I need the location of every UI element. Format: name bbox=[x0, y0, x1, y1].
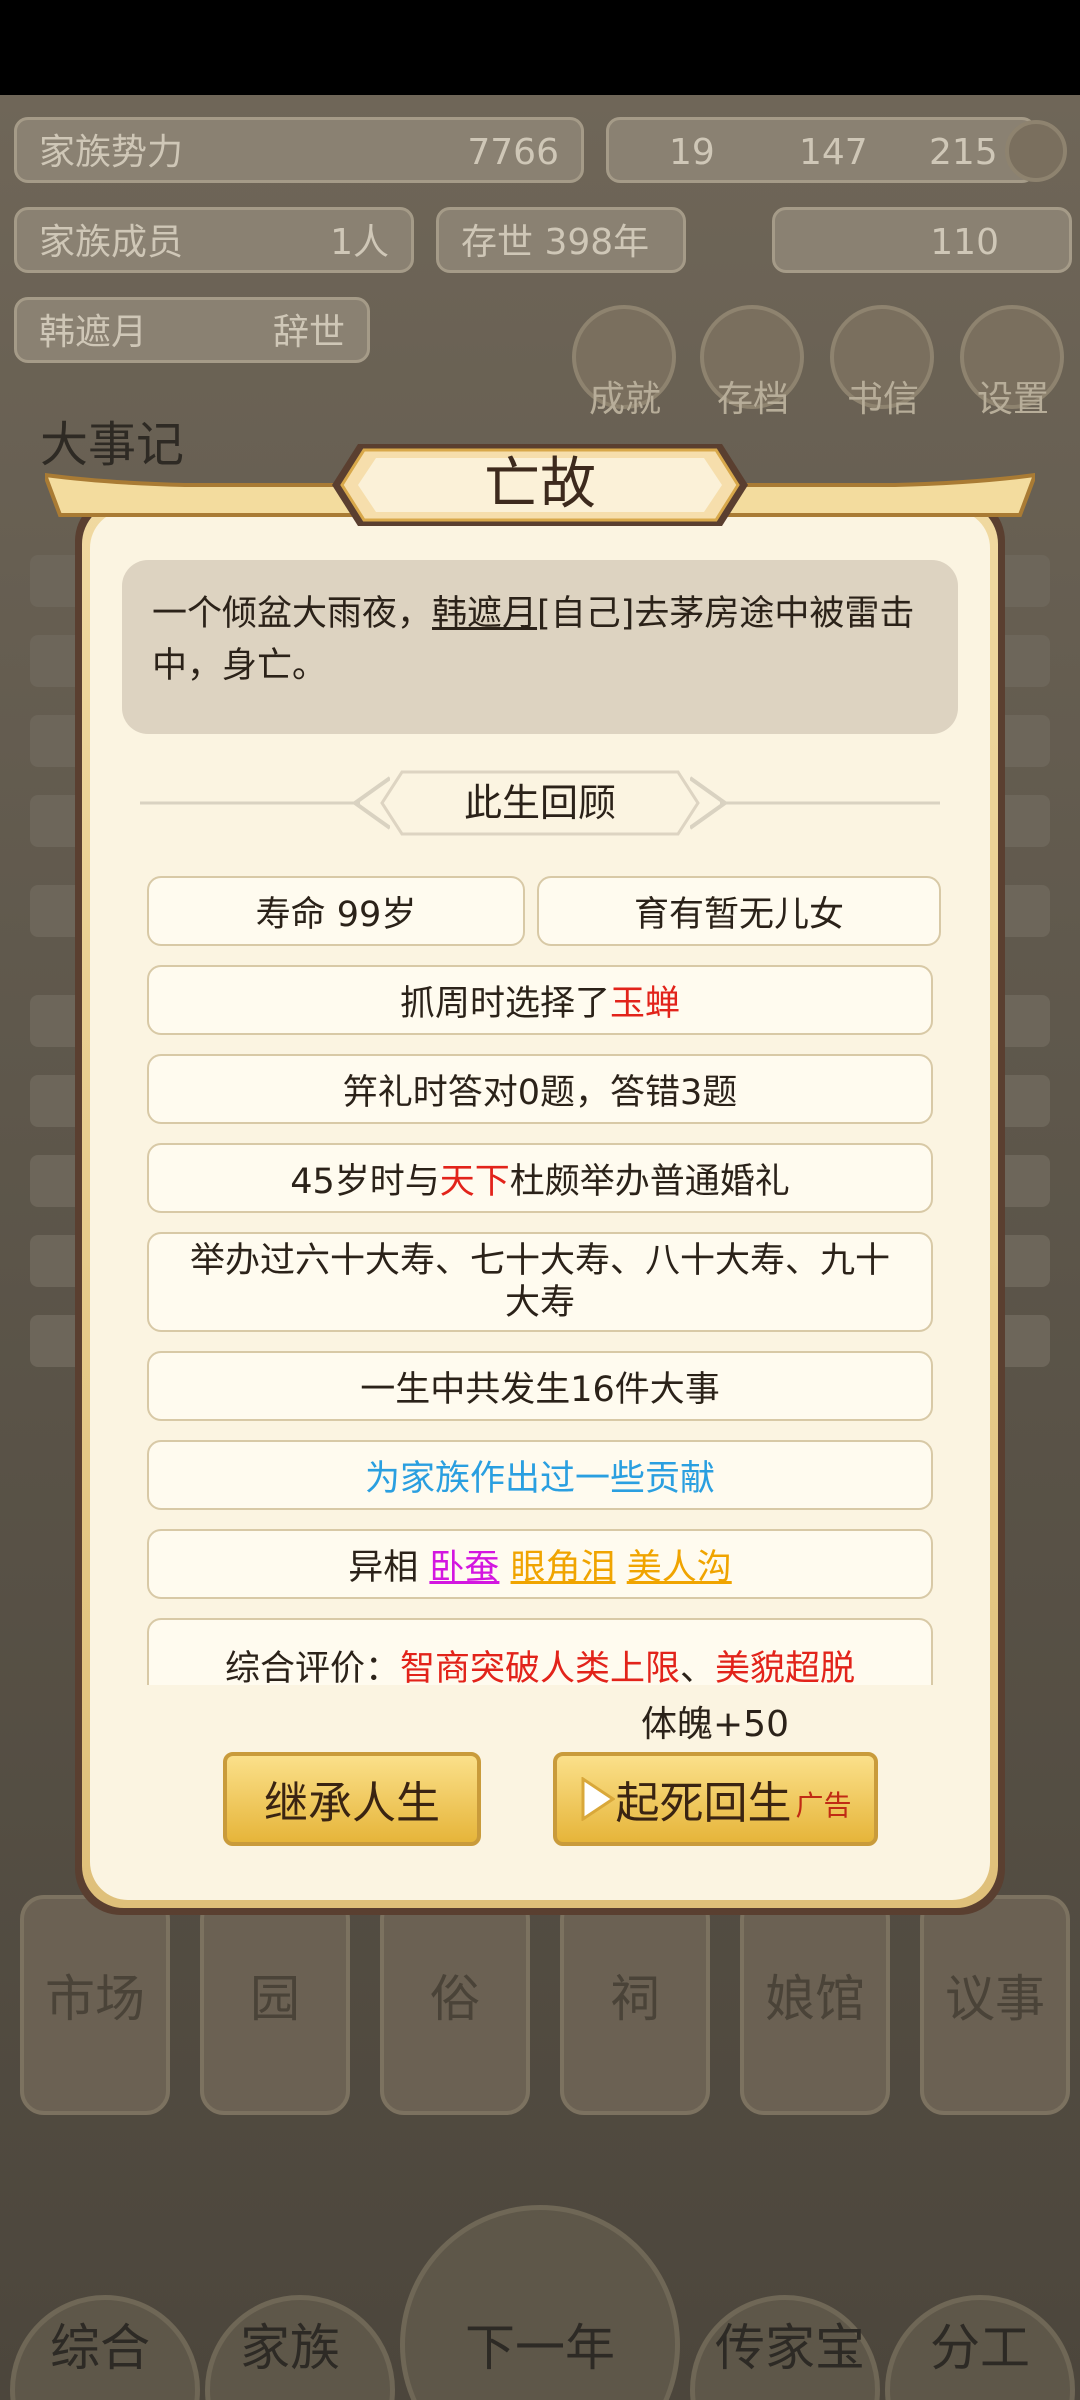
death-description: 一个倾盆大雨夜，韩遮月[自己]去茅房途中被雷击中，身亡。 bbox=[122, 560, 958, 734]
birthdays-text: 举办过六十大寿、七十大寿、八十大寿、九十大寿 bbox=[189, 1241, 890, 1323]
nav-division-label: 分工 bbox=[930, 2319, 1030, 2377]
quiz-card: 笄礼时答对0题，答错3题 bbox=[147, 1054, 933, 1124]
wedding-place: 天下 bbox=[439, 1161, 510, 1202]
building-custom[interactable]: 俗 bbox=[380, 1895, 530, 2115]
building-shrine[interactable]: 祠 bbox=[560, 1895, 710, 2115]
inherit-life-label: 继承人生 bbox=[264, 1778, 440, 1829]
menu-settings-label: 设置 bbox=[976, 379, 1049, 420]
quiz-text: 笄礼时答对0题，答错3题 bbox=[342, 1072, 738, 1113]
existence-pill: 存世 398年 bbox=[436, 207, 686, 273]
section-title: 此生回顾 bbox=[463, 781, 616, 825]
revive-label: 起死回生 bbox=[615, 1778, 792, 1829]
person-pill[interactable]: 韩遮月 辞世 bbox=[14, 297, 370, 363]
events-card: 一生中共发生16件大事 bbox=[147, 1351, 933, 1421]
ad-tag: 广告 bbox=[795, 1789, 852, 1822]
gold-value: 110 bbox=[930, 222, 999, 263]
dialog-title: 亡故 bbox=[484, 452, 596, 517]
building-label: 娘馆 bbox=[765, 1970, 865, 2028]
evaluation-card: 综合评价： 智商突破人类上限、美貌超脱 bbox=[147, 1618, 933, 1685]
eval-item: 美貌超脱 bbox=[715, 1649, 856, 1685]
nav-heirloom-label: 传家宝 bbox=[715, 2319, 865, 2377]
building-label: 市场 bbox=[45, 1970, 145, 2028]
gold-pill: 110 bbox=[772, 207, 1072, 273]
building-garden[interactable]: 园 bbox=[200, 1895, 350, 2115]
wedding-card: 45岁时与 天下 杜颇举办普通婚礼 bbox=[147, 1143, 933, 1213]
person-name-link[interactable]: 韩遮月 bbox=[432, 594, 537, 634]
section-divider-right bbox=[690, 776, 940, 830]
contribution-text: 为家族作出过一些贡献 bbox=[364, 1458, 715, 1499]
birthdays-card: 举办过六十大寿、七十大寿、八十大寿、九十大寿 bbox=[147, 1232, 933, 1332]
inherit-life-button[interactable]: 继承人生 bbox=[223, 1752, 481, 1846]
person-status: 辞世 bbox=[272, 312, 345, 353]
bonus-text: 体魄+50 bbox=[641, 1704, 789, 1745]
section-divider-left bbox=[140, 776, 390, 830]
eval-separator: 、 bbox=[680, 1649, 716, 1685]
existence-text: 存世 398年 bbox=[461, 222, 650, 263]
building-label: 俗 bbox=[430, 1970, 480, 2028]
wedding-text: 杜颇举办普通婚礼 bbox=[509, 1161, 790, 1202]
wedding-age: 45岁时与 bbox=[290, 1161, 440, 1202]
life-review-list[interactable]: 寿命 99岁 育有暂无儿女 抓周时选择了 玉蝉 笄礼时答对0题，答错3题 45岁时… bbox=[90, 870, 990, 1685]
resource-a-value: 19 bbox=[669, 132, 715, 173]
building-council[interactable]: 议事 bbox=[920, 1895, 1070, 2115]
lifespan-card: 寿命 99岁 bbox=[147, 876, 525, 946]
nav-overview-label: 综合 bbox=[50, 2319, 150, 2377]
resources-pill: 19 147 215 bbox=[606, 117, 1036, 183]
trait-link[interactable]: 卧蚕 bbox=[429, 1539, 499, 1590]
family-members-value: 1人 bbox=[330, 222, 389, 263]
trait-link[interactable]: 眼角泪 bbox=[511, 1539, 616, 1590]
family-members-pill: 家族成员 1人 bbox=[14, 207, 414, 273]
resource-c-value: 215 bbox=[929, 132, 998, 173]
building-hall[interactable]: 娘馆 bbox=[740, 1895, 890, 2115]
building-label: 祠 bbox=[610, 1970, 660, 2028]
family-power-pill: 家族势力 7766 bbox=[14, 117, 584, 183]
traits-label: 异相 bbox=[348, 1547, 419, 1588]
eval-label: 综合评价： bbox=[224, 1649, 400, 1685]
system-status-bar bbox=[0, 0, 1080, 95]
zhuazhou-text: 抓周时选择了 bbox=[399, 983, 610, 1024]
contribution-card: 为家族作出过一些贡献 bbox=[147, 1440, 933, 1510]
children-text: 育有暂无儿女 bbox=[633, 894, 844, 935]
traits-card: 异相 卧蚕 眼角泪 美人沟 bbox=[147, 1529, 933, 1599]
lifespan-text: 寿命 99岁 bbox=[255, 894, 417, 935]
nav-next-year-label: 下一年 bbox=[465, 2319, 615, 2377]
zhuazhou-item: 玉蝉 bbox=[610, 983, 681, 1024]
events-text: 一生中共发生16件大事 bbox=[360, 1369, 720, 1410]
resource-b-value: 147 bbox=[799, 132, 868, 173]
family-power-value: 7766 bbox=[467, 132, 559, 173]
family-power-label: 家族势力 bbox=[39, 132, 184, 173]
family-members-label: 家族成员 bbox=[39, 222, 184, 263]
children-card: 育有暂无儿女 bbox=[537, 876, 941, 946]
eval-item: 智商突破人类上限 bbox=[399, 1649, 680, 1685]
menu-letter-label: 书信 bbox=[846, 379, 919, 420]
desc-text-before: 一个倾盆大雨夜， bbox=[152, 594, 433, 634]
help-icon[interactable] bbox=[1005, 120, 1067, 182]
nav-family-label: 家族 bbox=[240, 2319, 340, 2377]
menu-save-label: 存档 bbox=[716, 379, 789, 420]
menu-achievement-label: 成就 bbox=[588, 379, 661, 420]
zhuazhou-card: 抓周时选择了 玉蝉 bbox=[147, 965, 933, 1035]
person-name: 韩遮月 bbox=[39, 312, 148, 353]
building-market[interactable]: 市场 bbox=[20, 1895, 170, 2115]
revive-button[interactable]: 起死回生 广告 bbox=[553, 1752, 878, 1846]
building-label: 议事 bbox=[945, 1970, 1045, 2028]
play-icon bbox=[581, 1777, 616, 1821]
building-label: 园 bbox=[250, 1970, 300, 2028]
trait-link[interactable]: 美人沟 bbox=[627, 1539, 732, 1590]
